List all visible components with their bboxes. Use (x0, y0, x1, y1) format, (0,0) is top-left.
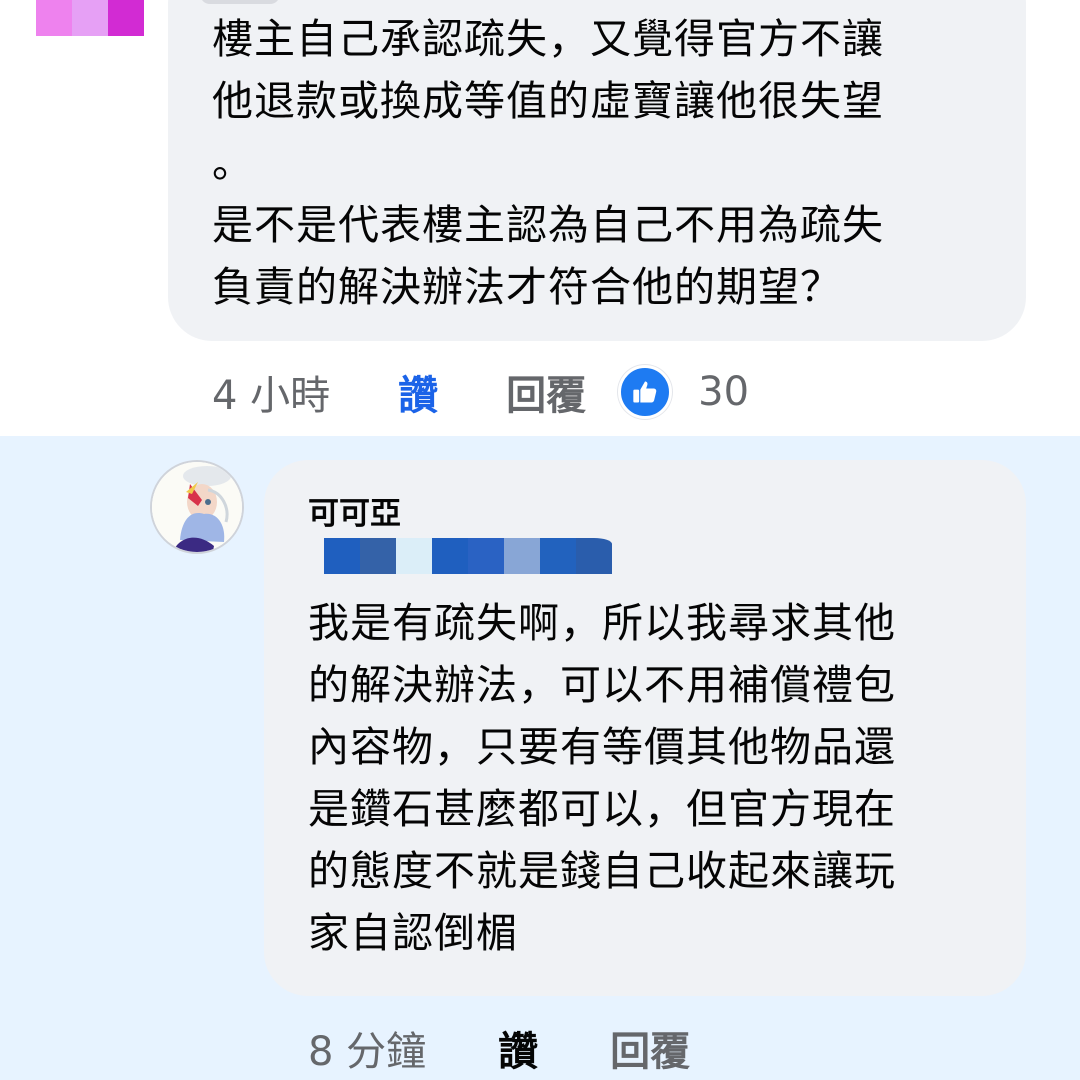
reaction-count[interactable]: 30 (698, 369, 749, 415)
reply-button[interactable]: 回覆 (506, 363, 586, 421)
comment-text: 樓主自己承認疏失，又覺得官方不讓 他退款或換成等值的虛寶讓他很失望 。 是不是代… (212, 15, 884, 311)
reply-button[interactable]: 回覆 (610, 1019, 690, 1077)
like-thumb-icon[interactable] (618, 365, 673, 419)
author-name[interactable]: 可可亞 (308, 488, 401, 533)
like-button[interactable]: 讚 (398, 363, 438, 421)
reply-actions: 8 分鐘 讚 回覆 (308, 1018, 690, 1078)
reply-timestamp[interactable]: 8 分鐘 (308, 1019, 426, 1077)
avatar[interactable] (150, 460, 244, 554)
comment-actions: 4 小時 讚 回覆 30 (212, 362, 749, 422)
bubble-edge (200, 0, 280, 4)
reply-text: 我是有疏失啊，所以我尋求其他 的解決辦法，可以不用補償禮包 內容物，只要有等價其… (308, 599, 896, 957)
comment-timestamp[interactable]: 4 小時 (212, 363, 330, 421)
reply-bubble: 可可亞 我是有疏失啊，所以我尋求其他 的解決辦法，可以不用補償禮包 內容物，只要… (264, 460, 1026, 996)
like-button[interactable]: 讚 (498, 1019, 538, 1077)
redacted-content (324, 538, 612, 574)
previous-comment: 樓主自己承認疏失，又覺得官方不讓 他退款或換成等值的虛寶讓他很失望 。 是不是代… (0, 0, 1080, 436)
avatar[interactable] (36, 0, 144, 36)
highlighted-reply: 可可亞 我是有疏失啊，所以我尋求其他 的解決辦法，可以不用補償禮包 內容物，只要… (0, 436, 1080, 1080)
